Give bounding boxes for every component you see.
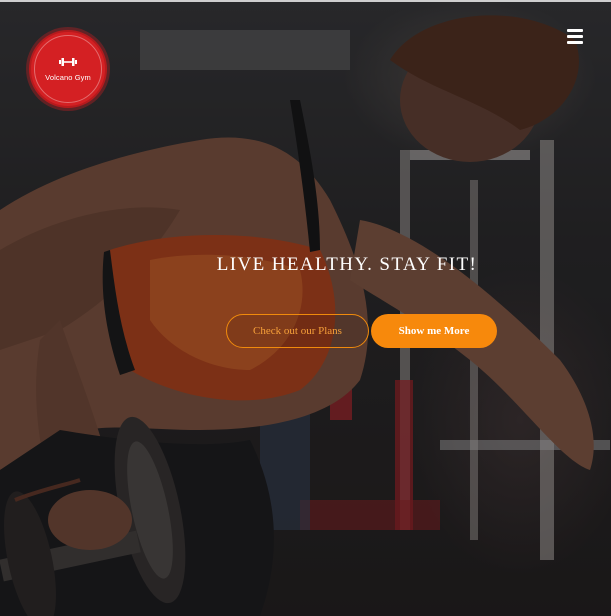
check-plans-button[interactable]: Check out our Plans <box>226 314 369 348</box>
hamburger-menu-icon[interactable] <box>567 29 585 45</box>
brand-logo[interactable]: Volcano Gym <box>29 30 107 108</box>
menu-bar <box>567 41 583 44</box>
logo-ring <box>34 35 102 103</box>
hero-headline: LIVE HEALTHY. STAY FIT! <box>216 254 478 275</box>
top-border <box>0 0 611 2</box>
menu-bar <box>567 29 583 32</box>
menu-bar <box>567 35 583 38</box>
show-more-button[interactable]: Show me More <box>371 314 497 348</box>
